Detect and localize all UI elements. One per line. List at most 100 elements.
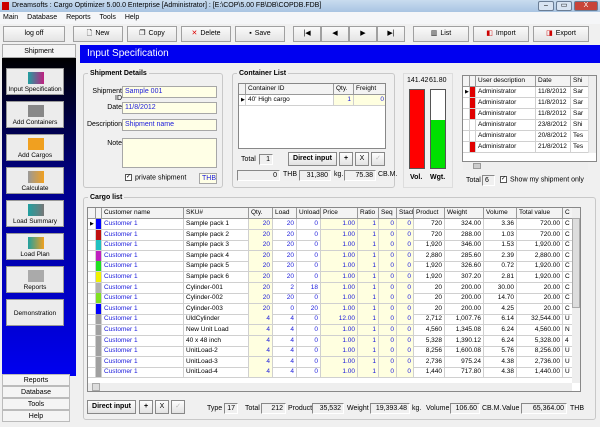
sidebar-footer-database[interactable]: Database	[2, 386, 70, 398]
product-cell: 1,920	[414, 272, 445, 283]
unload-cell: 0	[297, 219, 321, 230]
delete-button[interactable]: ✕ Delete	[181, 26, 231, 42]
column-header[interactable]: Seq	[379, 208, 397, 219]
column-header[interactable]: Qty.	[334, 84, 354, 95]
cargo-direct-input-button[interactable]: Direct input	[87, 400, 136, 414]
container-volume-value: 75.38	[344, 170, 376, 181]
copy-icon: ❐	[139, 30, 146, 37]
last-record-button[interactable]: ▶|	[377, 26, 405, 42]
remove-container-button[interactable]: X	[355, 152, 369, 166]
close-button[interactable]: X	[574, 1, 598, 11]
sku-cell: 40 x 48 inch	[184, 335, 249, 347]
customer-name-cell: Customer 1	[102, 346, 184, 358]
sidebar-footer-tools[interactable]: Tools	[2, 398, 70, 410]
save-button[interactable]: ▪ Save	[235, 26, 285, 42]
sidebar-item-input-specification[interactable]: Input Specification	[6, 68, 64, 95]
volume-gauge-fill	[410, 90, 424, 168]
date-cell: 11/8/2012	[536, 87, 571, 98]
sidebar-footer-reports[interactable]: Reports	[2, 374, 70, 386]
date-cell: 21/8/2012	[536, 142, 571, 153]
sidebar-item-calculate[interactable]: Calculate	[6, 167, 64, 194]
scroll-thumb[interactable]	[572, 218, 580, 308]
column-header[interactable]: User description	[476, 76, 536, 87]
import-button[interactable]: ◧ Import	[473, 26, 529, 42]
ratio-cell: 1	[358, 282, 379, 294]
row-indicator-icon	[88, 229, 96, 241]
ratio-cell: 1	[358, 346, 379, 358]
list-button[interactable]: ▥ List	[413, 26, 469, 42]
delete-icon: ✕	[191, 30, 198, 37]
shipment-id-input[interactable]: Sample 001	[122, 86, 217, 98]
remove-cargo-button[interactable]: X	[155, 400, 169, 414]
confirm-container-button[interactable]: ✓	[371, 152, 385, 166]
cargo-vscrollbar[interactable]	[572, 208, 580, 383]
column-header[interactable]: Qty.	[249, 208, 273, 219]
sidebar-footer-help[interactable]: Help	[2, 410, 70, 422]
menu-reports[interactable]: Reports	[66, 14, 91, 21]
sidebar-item-add-cargos[interactable]: Add Cargos	[6, 134, 64, 161]
private-shipment-checkbox[interactable]: ✓ private shipment	[125, 174, 186, 181]
first-record-button[interactable]: |◀	[293, 26, 321, 42]
shipment-list-vscrollbar[interactable]	[588, 76, 596, 153]
checkbox-checked-icon: ✓	[125, 174, 132, 181]
menu-database[interactable]: Database	[27, 14, 57, 21]
unload-cell: 0	[297, 272, 321, 283]
qty-cell: 20	[249, 229, 273, 241]
container-direct-input-button[interactable]: Direct input	[288, 152, 337, 166]
add-cargo-button[interactable]: +	[139, 400, 153, 414]
add-container-button[interactable]: +	[339, 152, 353, 166]
sidebar-item-demonstration[interactable]: Demonstration	[6, 299, 64, 326]
column-header[interactable]: Freight	[354, 84, 385, 95]
scroll-thumb[interactable]	[473, 163, 481, 169]
previous-record-button[interactable]: ◀	[321, 26, 349, 42]
column-header[interactable]: Ratio	[358, 208, 379, 219]
next-record-button[interactable]: ▶	[349, 26, 377, 42]
sidebar-item-reports[interactable]: Reports	[6, 266, 64, 293]
window-title: Dreamsofts : Cargo Optimizer 5.00.0 Ente…	[12, 2, 322, 9]
menu-main[interactable]: Main	[3, 14, 18, 21]
product-cell: 2,712	[414, 314, 445, 326]
row-indicator-icon: ▶	[88, 219, 96, 230]
customer-name-cell: Customer 1	[102, 272, 184, 283]
sidebar-item-load-summary[interactable]: Load Summary	[6, 200, 64, 227]
volume-cell: 2.81	[484, 272, 517, 283]
column-header[interactable]: Stack	[397, 208, 414, 219]
column-header[interactable]: Product	[414, 208, 445, 219]
note-input[interactable]	[122, 138, 217, 168]
checkbox-checked-icon: ✓	[500, 176, 507, 183]
description-input[interactable]: Shipment name	[122, 119, 217, 131]
column-header[interactable]: Unload	[297, 208, 321, 219]
column-header[interactable]: Container ID	[246, 84, 334, 95]
column-header[interactable]: Load	[273, 208, 297, 219]
shipment-list-hscrollbar[interactable]	[463, 162, 588, 170]
new-button[interactable]: 🗋 New	[73, 26, 123, 42]
minimize-button[interactable]: –	[538, 1, 554, 11]
column-header[interactable]: Price	[321, 208, 358, 219]
column-header[interactable]: Date	[536, 76, 571, 87]
cargo-hscrollbar[interactable]	[88, 383, 572, 391]
menu-tools[interactable]: Tools	[100, 14, 116, 21]
log-off-button[interactable]: log off	[3, 26, 65, 42]
sidebar-item-add-containers[interactable]: Add Containers	[6, 101, 64, 128]
date-input[interactable]: 11/8/2012	[122, 102, 217, 114]
cube-icon	[28, 72, 44, 84]
scroll-thumb[interactable]	[92, 383, 100, 391]
product-cell: 20	[414, 282, 445, 294]
show-my-shipment-checkbox[interactable]: ✓ Show my shipment only	[500, 176, 584, 183]
column-header[interactable]: SKU#	[184, 208, 249, 219]
confirm-cargo-button[interactable]: ✓	[171, 400, 185, 414]
currency-field[interactable]: THB	[199, 173, 217, 184]
column-header[interactable]: Total value	[517, 208, 563, 219]
user-description-cell: Administrator	[476, 98, 536, 109]
container-id-cell: 40' High cargo	[246, 95, 334, 106]
menu-help[interactable]: Help	[125, 14, 139, 21]
column-header[interactable]: Weight	[445, 208, 484, 219]
sidebar-item-load-plan[interactable]: Load Plan	[6, 233, 64, 260]
sidebar-tab-shipment[interactable]: Shipment	[2, 44, 76, 58]
copy-button[interactable]: ❐ Copy	[127, 26, 177, 42]
sku-cell: Sample pack 5	[184, 261, 249, 273]
column-header[interactable]: Customer name	[102, 208, 184, 219]
export-button[interactable]: ◨ Export	[533, 26, 589, 42]
maximize-button[interactable]: ▭	[556, 1, 572, 11]
column-header[interactable]: Volume	[484, 208, 517, 219]
